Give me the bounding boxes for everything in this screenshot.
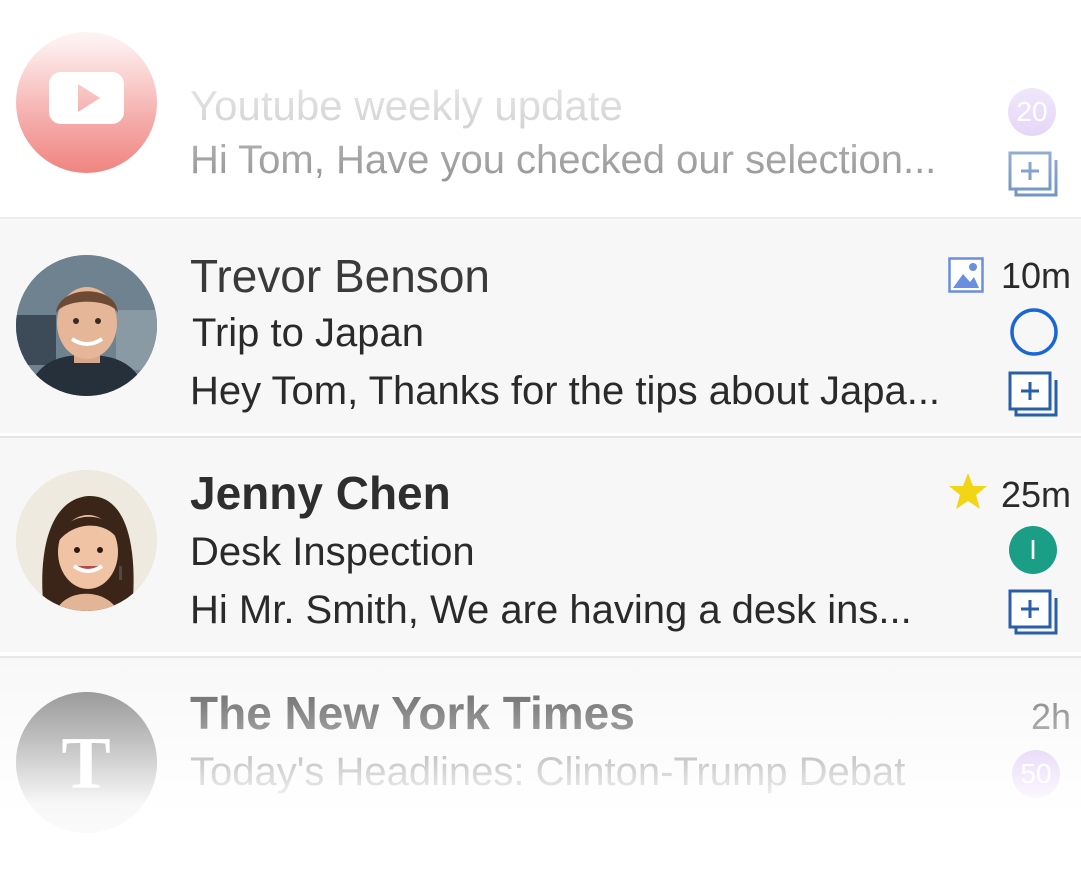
badge-count: 20 <box>1016 96 1048 127</box>
email-time: 10m <box>1000 255 1071 296</box>
badge-count: 50 <box>1020 758 1052 789</box>
unread-count-badge: 50 <box>1012 750 1060 798</box>
image-icon <box>948 257 984 298</box>
label-badge[interactable]: I <box>1009 526 1057 574</box>
nyt-logo-icon: T <box>16 692 157 833</box>
nyt-avatar: T <box>16 692 157 833</box>
email-row-jenny-chen[interactable]: Jenny Chen Desk Inspection Hi Mr. Smith,… <box>0 436 1081 652</box>
email-time: 2h <box>1030 696 1071 737</box>
email-subject: Trip to Japan <box>192 311 424 355</box>
email-snippet: Hey Tom, Thanks for the tips about Japa.… <box>190 369 941 413</box>
email-sender: Jenny Chen <box>190 467 451 519</box>
email-snippet: Hi Mr. Smith, We are having a desk ins..… <box>190 588 912 632</box>
email-row-trevor-benson[interactable]: Trevor Benson Trip to Japan Hey Tom, Tha… <box>0 217 1081 433</box>
email-subject: Today's Headlines: Clinton-Trump Debat <box>190 750 906 794</box>
email-time: 25m <box>1000 474 1071 515</box>
star-icon[interactable] <box>948 472 988 515</box>
email-sender: The New York Times <box>190 687 635 739</box>
add-to-box-icon[interactable] <box>1008 150 1060 203</box>
email-sender: Trevor Benson <box>190 250 490 302</box>
email-row-youtube[interactable]: Youtube weekly update Hi Tom, Have you c… <box>0 0 1081 216</box>
email-sender: Youtube weekly update <box>190 82 623 129</box>
avatar-jenny-chen <box>16 470 157 611</box>
add-to-box-icon[interactable] <box>1008 370 1060 423</box>
youtube-avatar <box>16 32 157 173</box>
svg-text:T: T <box>61 723 110 805</box>
email-subject: Desk Inspection <box>190 530 475 574</box>
unread-count-badge: 20 <box>1008 88 1056 136</box>
email-snippet: Hi Tom, Have you checked our selection..… <box>190 138 937 182</box>
avatar-trevor-benson <box>16 255 157 396</box>
email-row-nyt[interactable]: T The New York Times Today's Headlines: … <box>0 656 1081 881</box>
label-letter: I <box>1029 534 1037 565</box>
add-to-box-icon[interactable] <box>1008 588 1060 641</box>
youtube-logo-icon <box>49 72 124 124</box>
empty-circle-icon[interactable] <box>1009 307 1059 362</box>
email-list: Youtube weekly update Hi Tom, Have you c… <box>0 0 1081 881</box>
